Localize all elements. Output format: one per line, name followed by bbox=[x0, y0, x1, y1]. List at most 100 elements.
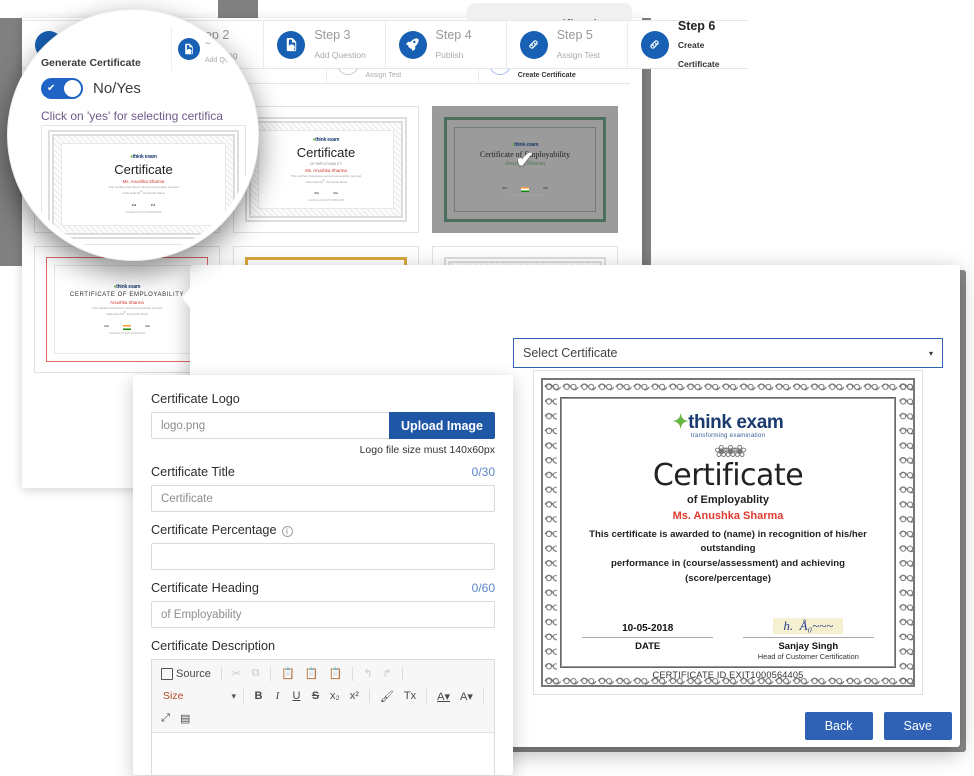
text-color-button[interactable]: A▾ bbox=[434, 689, 453, 704]
step-label-group: Step 6 Create Certificate bbox=[678, 17, 748, 72]
certificate-id-text: CERTIFICATE ID EXIT1000564405 bbox=[652, 670, 804, 681]
certificate-description-line-1: This certificate is awarded to (name) in… bbox=[589, 528, 867, 554]
step-item-3[interactable]: Step 3 Add Question bbox=[264, 21, 386, 68]
mini-body-text: This certifies that above named successf… bbox=[91, 306, 163, 316]
show-blocks-icon[interactable]: ▤ bbox=[177, 711, 193, 726]
step-number: Step 3 bbox=[314, 28, 351, 43]
cut-icon[interactable]: ✂ bbox=[229, 666, 244, 681]
remove-format-icon[interactable]: Tx bbox=[401, 689, 419, 703]
format-brush-icon[interactable]: 🖌 bbox=[377, 689, 397, 704]
certificate-content: ✦think exam transforming examination ❀❀❀… bbox=[561, 398, 895, 680]
certificate-date-block: 10-05-2018 DATE bbox=[582, 608, 714, 661]
select-certificate-dropdown[interactable]: Select Certificate ▾ bbox=[513, 338, 943, 368]
description-editor-body[interactable] bbox=[152, 733, 494, 775]
certificate-title-counter: 0/30 bbox=[471, 465, 495, 479]
undo-icon[interactable]: ↰ bbox=[360, 666, 375, 681]
bold-button[interactable]: B bbox=[251, 689, 266, 703]
certificate-heading-input[interactable]: of Employability bbox=[151, 601, 495, 628]
certificate-percentage-input[interactable] bbox=[151, 543, 495, 570]
strikethrough-button[interactable]: S bbox=[308, 689, 323, 703]
certificate-percentage-label: Certificate Percentage bbox=[151, 523, 277, 537]
copy-icon[interactable]: ⧉ bbox=[248, 666, 263, 681]
certificate-heading-placeholder: of Employability bbox=[161, 608, 242, 621]
superscript-button[interactable]: x² bbox=[347, 689, 362, 703]
mini-logo: ♦think exam bbox=[130, 154, 157, 161]
mini-body-text: This certifies that above named successf… bbox=[108, 185, 179, 196]
step-subtitle: Add Question bbox=[314, 49, 366, 60]
certificate-logo: ✦think exam transforming examination bbox=[673, 411, 784, 439]
red-border-template: ♦think exam CERTIFICATE OF EMPLOYABILITY A… bbox=[46, 257, 208, 362]
mini-title: Certificate bbox=[296, 144, 356, 160]
certificate-heading-label-row: Certificate Heading 0/60 bbox=[151, 581, 495, 595]
maximize-icon[interactable]: ⤢ bbox=[158, 711, 173, 726]
step-number: Step 4 bbox=[435, 28, 472, 43]
mini-signature-row: ∾∾ bbox=[502, 185, 548, 192]
magnified-template-thumbnail[interactable]: ♦think exam Certificate Ms. Anushka Sharma… bbox=[41, 125, 246, 245]
step-item-4[interactable]: Step 4 Publish bbox=[386, 21, 507, 68]
toggle-knob bbox=[64, 80, 81, 97]
certificate-signature-block: h. Å₀~~~ Sanjay Singh Head of Customer C… bbox=[742, 608, 874, 662]
step-label-group: Step 3 Add Question bbox=[314, 26, 366, 63]
step-subtitle: Assign Test bbox=[556, 49, 600, 60]
subscript-button[interactable]: x₂ bbox=[327, 689, 343, 703]
toolbar-separator bbox=[220, 666, 222, 681]
info-icon[interactable]: i bbox=[281, 526, 293, 537]
editor-toolbar-row-2: Size ▾ B I U S x₂ x² 🖌 Tx A▾ A▾ bbox=[158, 686, 488, 706]
step-number: Step 5 bbox=[556, 28, 593, 43]
step-item-5[interactable]: Step 5 Assign Test bbox=[507, 21, 628, 68]
certificate-title-input[interactable]: Certificate bbox=[151, 485, 495, 512]
step-number: Step 3 bbox=[205, 34, 236, 47]
toolbar-separator bbox=[368, 689, 370, 703]
background-color-button[interactable]: A▾ bbox=[457, 689, 476, 704]
source-icon bbox=[161, 667, 173, 680]
magnified-step-peek: Step 3 Add Question bbox=[171, 27, 253, 71]
step-item-6[interactable]: Step 6 Create Certificate bbox=[627, 19, 749, 69]
certificate-recipient-name: Ms. Anushka Sharma bbox=[672, 509, 784, 522]
editor-toolbar-row-3: ⤢ ▤ bbox=[158, 709, 488, 728]
size-label: Size bbox=[163, 690, 184, 702]
certificate-template-option-2[interactable]: ♦think exam Certificate OF EMPLOYABILITY Ms… bbox=[233, 106, 419, 233]
redo-icon[interactable]: ↱ bbox=[379, 666, 394, 681]
chevron-down-icon: ▾ bbox=[231, 690, 236, 701]
step-label-group: Step 4 Publish bbox=[436, 26, 472, 63]
mini-certificate-id: Certificate ID EXIT1000564405 bbox=[507, 193, 543, 197]
logo-size-hint: Logo file size must 140x60px bbox=[359, 444, 495, 456]
back-button[interactable]: Back bbox=[804, 712, 873, 740]
paste-icon[interactable]: 📋 bbox=[278, 666, 298, 681]
mini-signature-icon: ∾ bbox=[543, 185, 549, 192]
certificate-preview-card: ✦think exam transforming examination ❀❀❀… bbox=[533, 370, 923, 695]
italic-button[interactable]: I bbox=[270, 689, 285, 703]
upload-image-button[interactable]: Upload Image bbox=[389, 412, 495, 439]
size-dropdown[interactable]: Size ▾ bbox=[158, 688, 236, 704]
certificate-signatory-title: Head of Customer Certification bbox=[757, 652, 859, 662]
certificate-form-panel: Certificate Logo logo.png Upload Image L… bbox=[133, 375, 513, 775]
magnifier-content: Generate Certificate ✔ No/Yes Click on '… bbox=[13, 15, 253, 255]
mini-signature-icon: ∾ bbox=[150, 203, 156, 210]
generate-certificate-toggle[interactable]: ✔ bbox=[41, 78, 83, 99]
editor-toolbar: Source ✂ ⧉ 📋 📋 📋 ↰ ↱ Size ▾ B I U S x₂ x… bbox=[152, 660, 494, 733]
paste-text-icon[interactable]: 📋 bbox=[302, 666, 322, 681]
signature-rule bbox=[742, 637, 874, 639]
toolbar-separator bbox=[352, 666, 354, 681]
mini-signature-icon: ∾ bbox=[313, 191, 319, 198]
logo-leaf-icon: ✦ bbox=[672, 412, 689, 433]
certificate-logo-input[interactable]: logo.png bbox=[151, 412, 390, 439]
toolbar-separator bbox=[270, 666, 272, 681]
certificate-logo-row: logo.png Upload Image bbox=[151, 412, 495, 439]
underline-button[interactable]: U bbox=[289, 689, 304, 703]
certificate-template-option-3[interactable]: ♦think exam Certificate of Employability A… bbox=[432, 106, 618, 233]
check-icon: ✔ bbox=[47, 83, 56, 94]
mini-certificate-id: Certificate ID EXIT1000564405 bbox=[308, 199, 344, 203]
flag-icon bbox=[521, 186, 529, 192]
step-label-group: Step 5 Assign Test bbox=[557, 26, 600, 63]
selected-check-icon: ✔ bbox=[515, 146, 535, 172]
paste-word-icon[interactable]: 📋 bbox=[325, 666, 345, 681]
mini-inner: ♦think examCertificateMs. Anushka Sharma… bbox=[61, 143, 226, 226]
rocket-icon bbox=[398, 30, 427, 59]
certificate-inner-border: ✦think exam transforming examination ❀❀❀… bbox=[560, 397, 896, 680]
certificate-title-label: Certificate Title bbox=[151, 465, 235, 479]
source-button[interactable]: Source bbox=[158, 667, 214, 681]
certificate-description-line-2: performance in (course/assessment) and a… bbox=[610, 558, 846, 584]
save-button[interactable]: Save bbox=[883, 712, 952, 740]
toolbar-separator bbox=[401, 666, 403, 681]
